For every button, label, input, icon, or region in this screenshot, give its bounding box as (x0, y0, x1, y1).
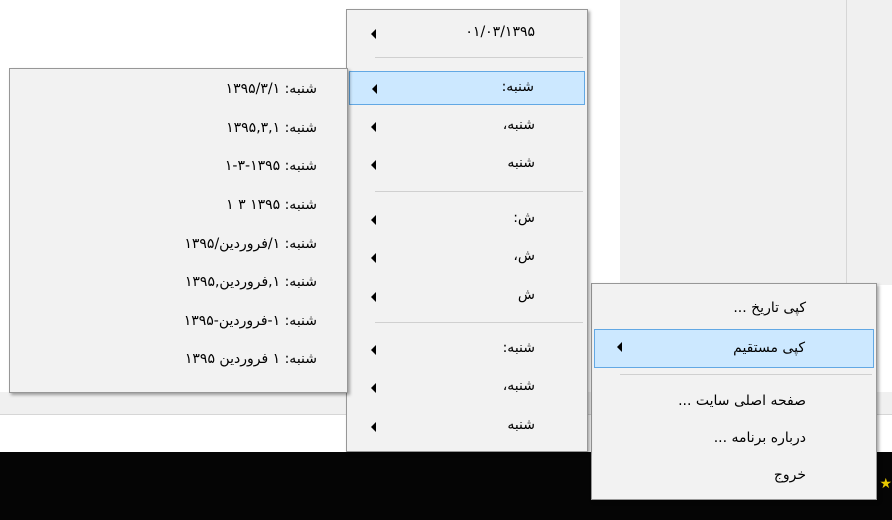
format-item[interactable]: ش، (349, 241, 585, 275)
star-icon[interactable]: ★ (879, 477, 892, 491)
about-label: درباره برنامه ... (713, 430, 806, 446)
format-label: شنبه (507, 155, 535, 171)
submenu-arrow-icon (371, 122, 376, 132)
format-label: شنبه: (502, 340, 535, 356)
date-item[interactable]: شنبه: ۱۳۹۵-۳-۱ (12, 151, 345, 185)
date-submenu: شنبه: ۱۳۹۵/۳/۱ شنبه: ۱۳۹۵,۳,۱ شنبه: ۱۳۹۵… (9, 68, 348, 393)
menu-separator (375, 322, 583, 323)
submenu-arrow-icon (371, 160, 376, 170)
copy-date-item[interactable]: کپی تاریخ ... (594, 290, 874, 329)
format-submenu: ۰۱/۰۳/۱۳۹۵ شنبه: شنبه، شنبه ش: ش، ش شنبه… (346, 9, 588, 452)
copy-direct-item[interactable]: کپی مستقیم (594, 329, 874, 368)
format-label: شنبه: (501, 79, 534, 95)
submenu-arrow-icon (371, 253, 376, 263)
format-item[interactable]: ش (349, 280, 585, 314)
submenu-arrow-icon (371, 345, 376, 355)
submenu-arrow-icon (371, 29, 376, 39)
format-label: شنبه (507, 417, 535, 433)
format-item[interactable]: شنبه: (349, 71, 585, 105)
date-item[interactable]: شنبه: ۱/فروردین/۱۳۹۵ (12, 229, 345, 263)
submenu-arrow-icon (371, 422, 376, 432)
submenu-arrow-icon (617, 342, 622, 352)
format-label: ش، (513, 248, 535, 264)
submenu-arrow-icon (372, 84, 377, 94)
website-label: صفحه اصلی سایت ... (678, 393, 806, 409)
format-item[interactable]: شنبه (349, 410, 585, 444)
format-label: ش (517, 287, 535, 303)
date-label: شنبه: ۱ فروردین ۱۳۹۵ (184, 351, 317, 367)
format-item[interactable]: شنبه (349, 148, 585, 182)
format-label: ۰۱/۰۳/۱۳۹۵ (465, 24, 535, 40)
date-label: شنبه: ۱,فروردین,۱۳۹۵ (184, 274, 317, 290)
date-label: شنبه: ۱۳۹۵,۳,۱ (226, 120, 317, 136)
date-item[interactable]: شنبه: ۱۳۹۵,۳,۱ (12, 113, 345, 147)
date-item[interactable]: شنبه: ۱۳۹۵ ۳ ۱ (12, 190, 345, 224)
date-label: شنبه: ۱/فروردین/۱۳۹۵ (184, 236, 317, 252)
date-label: شنبه: ۱۳۹۵/۳/۱ (225, 81, 317, 97)
submenu-arrow-icon (371, 383, 376, 393)
menu-separator (375, 57, 583, 58)
menu-separator (620, 374, 872, 375)
about-item[interactable]: درباره برنامه ... (594, 420, 874, 459)
format-item[interactable]: ش: (349, 203, 585, 237)
submenu-arrow-icon (371, 215, 376, 225)
date-item[interactable]: شنبه: ۱,فروردین,۱۳۹۵ (12, 267, 345, 301)
format-label: ش: (513, 210, 535, 226)
submenu-arrow-icon (371, 292, 376, 302)
format-item[interactable]: شنبه: (349, 333, 585, 367)
date-label: شنبه: ۱-فروردین-۱۳۹۵ (183, 313, 317, 329)
date-label: شنبه: ۱۳۹۵-۳-۱ (224, 158, 317, 174)
background-divider (846, 0, 847, 285)
copy-date-label: کپی تاریخ ... (733, 300, 806, 316)
format-item[interactable]: شنبه، (349, 371, 585, 405)
date-item[interactable]: شنبه: ۱-فروردین-۱۳۹۵ (12, 306, 345, 340)
format-label: شنبه، (502, 378, 535, 394)
copy-direct-label: کپی مستقیم (733, 340, 805, 356)
format-item[interactable]: ۰۱/۰۳/۱۳۹۵ (349, 17, 585, 51)
format-item[interactable]: شنبه، (349, 110, 585, 144)
exit-label: خروج (773, 467, 806, 483)
date-label: شنبه: ۱۳۹۵ ۳ ۱ (226, 197, 317, 213)
date-item[interactable]: شنبه: ۱۳۹۵/۳/۱ (12, 74, 345, 108)
exit-item[interactable]: خروج (594, 457, 874, 496)
background-panel-right (620, 0, 892, 285)
menu-separator (375, 191, 583, 192)
format-label: شنبه، (502, 117, 535, 133)
date-item[interactable]: شنبه: ۱ فروردین ۱۳۹۵ (12, 344, 345, 378)
website-item[interactable]: صفحه اصلی سایت ... (594, 383, 874, 422)
main-context-menu: کپی تاریخ ... کپی مستقیم صفحه اصلی سایت … (591, 283, 877, 500)
